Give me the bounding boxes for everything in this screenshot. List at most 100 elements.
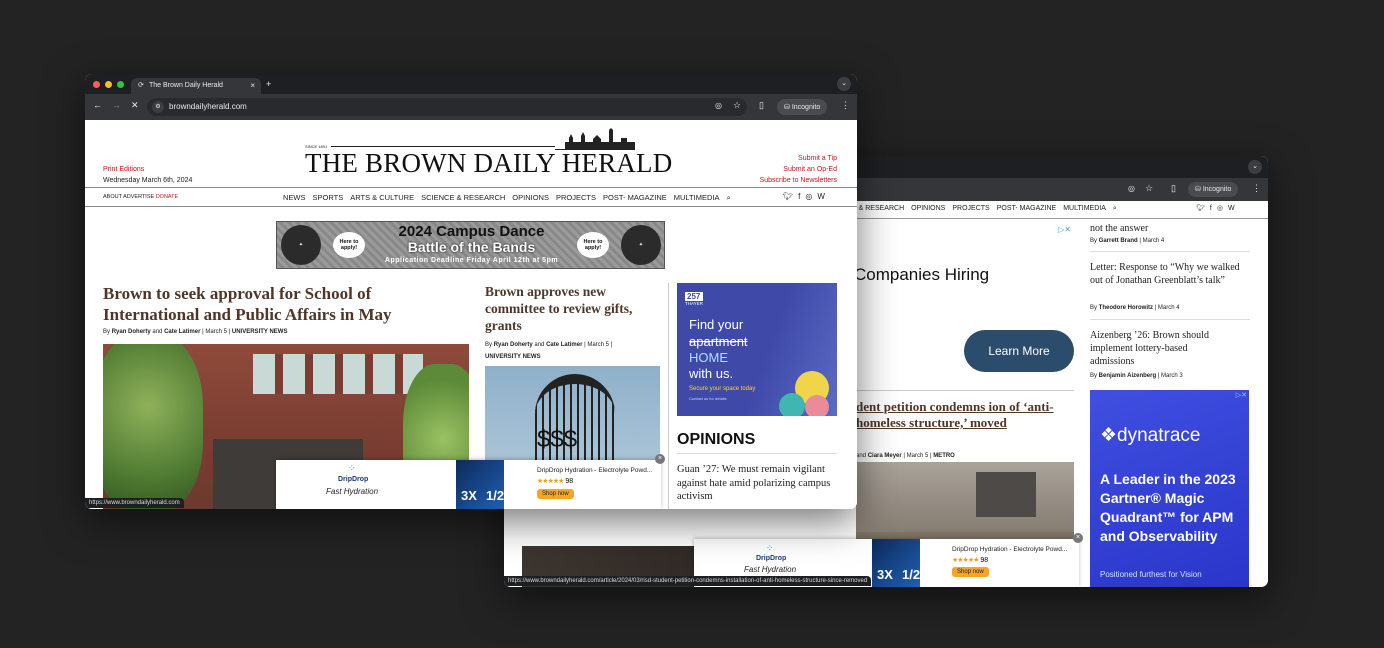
browser-tab[interactable]: ⟳ The Brown Daily Herald × (131, 78, 261, 94)
nav-projects[interactable]: PROJECTS (556, 193, 596, 202)
back-story-byline: and Ciara Meyer | March 5 | METRO (856, 453, 955, 459)
nav-post[interactable]: POST- MAGAZINE (997, 205, 1057, 212)
subscribe-link[interactable]: Subscribe to Newsletters (760, 177, 837, 184)
status-url: https://www.browndailyherald.com/article… (508, 578, 868, 584)
page: Print Editions Wednesday March 6th, 2024… (85, 120, 857, 509)
twitter-icon[interactable]: 🐦︎ (783, 192, 798, 201)
ad-choices-icon[interactable]: ▷✕ (1058, 225, 1071, 234)
advertise-link[interactable]: ADVERTISE (123, 194, 154, 200)
incognito-badge[interactable]: ⛁ Incognito (1188, 182, 1239, 197)
jobs-ad[interactable]: ▷✕ Companies Hiring Learn More (844, 223, 1074, 383)
search-icon[interactable]: ⌕ (1113, 205, 1117, 212)
menu-icon[interactable]: ⋮ (841, 100, 850, 111)
instagram-icon[interactable]: ◎ (1217, 205, 1228, 212)
nav-science[interactable]: SCIENCE & RESEARCH (421, 193, 505, 202)
byline-author[interactable]: Garrett Brand (1099, 238, 1138, 244)
address-bar[interactable]: ⚙ browndailyherald.com (147, 98, 747, 116)
eye-off-icon[interactable]: ◎ (1128, 184, 1135, 193)
close-window-button[interactable] (93, 81, 100, 88)
instagram-icon[interactable]: ◎ (805, 192, 817, 201)
byline-author[interactable]: Theodore Horowitz (1099, 305, 1153, 311)
shop-now-button[interactable]: Shop now (952, 567, 989, 577)
byline-author-1[interactable]: Ryan Doherty (494, 342, 533, 348)
nav-science[interactable]: E & RESEARCH (852, 205, 904, 212)
campus-dance-banner[interactable]: ✦ Here to apply! 2024 Campus Dance Battl… (276, 221, 665, 269)
masthead-title[interactable]: THE BROWN DAILY HERALD (305, 148, 672, 179)
opinions-heading[interactable]: OPINIONS (677, 431, 755, 449)
herald-icon[interactable]: W (817, 192, 830, 201)
thayer-apartment-ad[interactable]: 257 THAYER Find your apartment HOME with … (677, 283, 837, 416)
nav-opinions[interactable]: OPINIONS (512, 193, 549, 202)
donate-link[interactable]: DONATE (156, 194, 179, 200)
about-link[interactable]: ABOUT (103, 194, 122, 200)
tab-close-icon[interactable]: × (250, 81, 255, 90)
minimize-window-button[interactable] (105, 81, 112, 88)
incognito-badge[interactable]: ⛁ Incognito (777, 99, 828, 115)
byline-and: and (856, 453, 867, 459)
stop-icon[interactable]: ✕ (131, 100, 139, 111)
nav-opinions[interactable]: OPINIONS (911, 205, 945, 212)
opinion-item-1[interactable]: Guan ’27: We must remain vigilant agains… (677, 463, 841, 504)
byline-by: By (1090, 373, 1099, 379)
byline-section[interactable]: METRO (933, 453, 955, 459)
site-settings-icon[interactable]: ⚙ (152, 101, 164, 113)
maximize-window-button[interactable] (117, 81, 124, 88)
story2-illustration[interactable]: $$$ (485, 366, 660, 461)
back-op3-title[interactable]: Aizenberg ’26: Brown should implement lo… (1090, 329, 1230, 368)
search-icon[interactable]: ⌕ (726, 193, 730, 202)
ad-close-icon[interactable]: × (655, 454, 665, 464)
twitter-icon[interactable]: 🐦︎ (1196, 205, 1210, 212)
side-panel-icon[interactable]: ▯ (759, 100, 764, 111)
op-divider (1090, 319, 1250, 320)
herald-icon[interactable]: W (1228, 205, 1240, 212)
submit-tip-link[interactable]: Submit a Tip (798, 155, 837, 162)
thayer-brand2: THAYER (685, 301, 703, 306)
forward-arrow-icon[interactable]: → (112, 100, 121, 110)
url-text[interactable]: browndailyherald.com (169, 102, 247, 111)
nav-projects[interactable]: PROJECTS (952, 205, 989, 212)
nav-multimedia[interactable]: MULTIMEDIA (674, 193, 720, 202)
star-icon[interactable]: ☆ (1145, 183, 1153, 194)
bookmark-star-icon[interactable]: ☆ (733, 100, 741, 111)
nav-multimedia[interactable]: MULTIMEDIA (1063, 205, 1106, 212)
shop-now-button[interactable]: Shop now (537, 489, 574, 499)
menu-icon[interactable]: ⋮ (1252, 183, 1261, 194)
eye-off-icon[interactable]: ◎ (715, 101, 722, 110)
byline-author-1[interactable]: Ryan Doherty (112, 329, 151, 335)
nav-arts[interactable]: ARTS & CULTURE (350, 193, 414, 202)
tab-search-button[interactable]: ⌄ (837, 77, 851, 91)
back-story-headline[interactable]: dent petition condemns ion of ‘anti-home… (856, 399, 1056, 431)
tab-search-button[interactable]: ⌄ (1248, 160, 1262, 174)
learn-more-button[interactable]: Learn More (964, 330, 1074, 372)
byline-section[interactable]: UNIVERSITY NEWS (485, 354, 541, 360)
submit-oped-link[interactable]: Submit an Op-Ed (783, 166, 837, 173)
back-op1-tail[interactable]: not the answer (1090, 223, 1148, 234)
main-nav: NEWS SPORTS ARTS & CULTURE SCIENCE & RESEAR… (283, 193, 738, 203)
rating-count: 98 (565, 478, 574, 485)
facebook-icon[interactable]: f (1210, 205, 1217, 212)
dynatrace-ad[interactable]: ▷✕ ❖dynatrace A Leader in the 2023 Gartn… (1090, 390, 1249, 587)
thayer-line1: Find your (689, 317, 744, 332)
skyline-icon (555, 128, 635, 150)
ad-close-icon[interactable]: × (1073, 533, 1083, 543)
byline-author[interactable]: Benjamin Aizenberg (1099, 373, 1156, 379)
battle-badge-right-icon: ✦ (621, 225, 661, 265)
byline-section[interactable]: UNIVERSITY NEWS (232, 329, 288, 335)
story2-headline[interactable]: Brown approves new committee to review g… (485, 283, 660, 334)
new-tab-icon[interactable]: + (266, 79, 271, 89)
pack-label-2: 1/2 (902, 567, 921, 582)
ad-choices-icon[interactable]: ▷✕ (1236, 391, 1247, 399)
back-op2-title[interactable]: Letter: Response to “Why we walked out o… (1090, 261, 1240, 287)
byline-author[interactable]: Ciara Meyer (868, 453, 902, 459)
nav-sports[interactable]: SPORTS (313, 193, 344, 202)
lead-headline[interactable]: Brown to seek approval for School of Int… (103, 283, 458, 325)
dripdrop-ad[interactable]: ⁘ DripDrop Fast Hydration 3X 1/2 DripDrop… (276, 454, 665, 509)
nav-post[interactable]: POST- MAGAZINE (603, 193, 667, 202)
print-editions-link[interactable]: Print Editions (103, 166, 144, 173)
side-panel-icon[interactable]: ▯ (1171, 183, 1176, 194)
nav-news[interactable]: NEWS (283, 193, 306, 202)
dripdrop-rating: ★★★★★ 98 (537, 477, 573, 485)
back-arrow-icon[interactable]: ← (93, 100, 102, 110)
byline-author-2[interactable]: Cate Latimer (164, 329, 200, 335)
byline-author-2[interactable]: Cate Latimer (546, 342, 582, 348)
